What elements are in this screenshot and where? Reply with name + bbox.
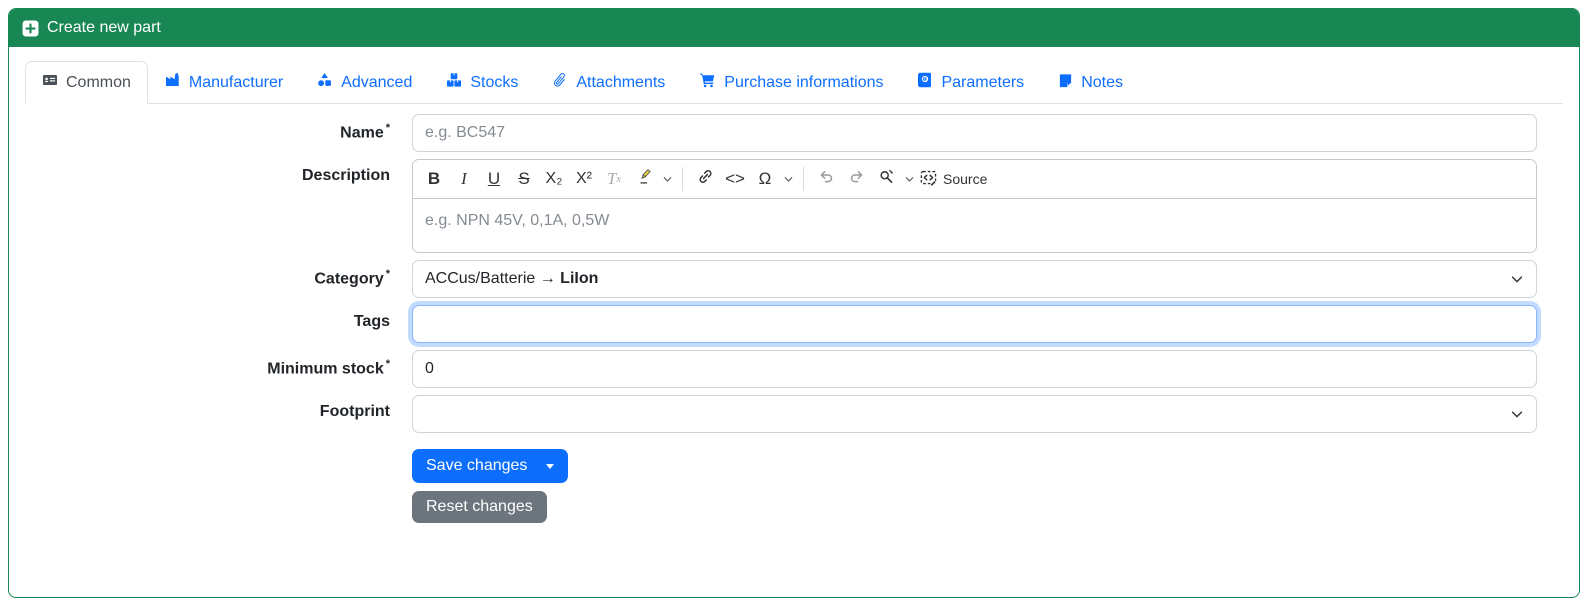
tab-label: Common <box>66 73 131 91</box>
underline-button[interactable]: U <box>479 164 509 194</box>
tab-attachments[interactable]: Attachments <box>535 61 682 104</box>
tab-label: Parameters <box>941 73 1025 91</box>
tab-manufacturer[interactable]: Manufacturer <box>148 61 300 104</box>
source-label: Source <box>943 171 988 187</box>
plus-square-icon <box>22 20 39 37</box>
code-button[interactable]: <> <box>720 164 750 194</box>
tab-purchase-informations[interactable]: Purchase informations <box>682 61 900 104</box>
name-label: Name * <box>340 122 390 142</box>
description-placeholder: e.g. NPN 45V, 0,1A, 0,5W <box>425 212 610 229</box>
tags-row: Tags <box>25 305 1563 343</box>
tags-label: Tags <box>353 313 390 330</box>
highlight-dropdown-chevron-icon[interactable] <box>659 164 675 194</box>
link-icon <box>697 168 714 190</box>
tab-bar: Common Manufacturer Advanced Stocks Atta… <box>25 61 1563 104</box>
category-label: Category * <box>314 268 390 288</box>
highlighter-pen-icon <box>636 168 653 190</box>
toolbar-separator <box>682 167 683 191</box>
find-replace-icon <box>878 168 895 190</box>
factory-icon <box>165 72 181 93</box>
reset-button[interactable]: Reset changes <box>412 491 547 523</box>
undo-button[interactable] <box>811 164 841 194</box>
card-header: Create new part <box>9 9 1579 47</box>
find-replace-button[interactable] <box>871 164 901 194</box>
id-card-icon <box>42 72 58 93</box>
italic-button[interactable]: I <box>449 164 479 194</box>
minimum-stock-input[interactable] <box>412 350 1537 388</box>
tab-parameters[interactable]: Parameters <box>900 61 1041 104</box>
tab-label: Purchase informations <box>724 73 884 91</box>
required-asterisk: * <box>385 358 390 370</box>
superscript-button[interactable]: X² <box>569 164 599 194</box>
required-asterisk: * <box>385 122 390 134</box>
tab-label: Attachments <box>576 73 666 91</box>
description-label: Description <box>301 167 390 184</box>
tab-label: Stocks <box>470 73 519 91</box>
source-button[interactable]: Source <box>917 164 990 194</box>
footprint-label: Footprint <box>319 403 390 420</box>
boxes-stacked-icon <box>446 72 462 93</box>
special-character-dropdown-chevron-icon[interactable] <box>780 164 796 194</box>
tab-advanced[interactable]: Advanced <box>300 61 429 104</box>
bold-button[interactable]: B <box>419 164 449 194</box>
page-title: Create new part <box>47 19 161 36</box>
special-character-button[interactable]: Ω <box>750 164 780 194</box>
sticky-note-icon <box>1058 73 1073 93</box>
source-editing-icon <box>920 169 938 190</box>
rich-text-editor: B I U S X₂ X² Tx <> Ω Source e.g. NPN 45… <box>412 159 1537 253</box>
minimum-stock-label: Minimum stock * <box>267 358 390 378</box>
category-row: Category * ACCus/Batterie → LiIon <box>25 260 1563 298</box>
redo-button[interactable] <box>841 164 871 194</box>
name-input[interactable] <box>412 114 1537 152</box>
paperclip-icon <box>552 72 568 93</box>
description-row: Description B I U S X₂ X² Tx <> Ω Source… <box>25 159 1563 253</box>
dropdown-caret-icon[interactable] <box>546 463 555 469</box>
footprint-row: Footprint <box>25 395 1563 433</box>
tags-input[interactable] <box>412 305 1537 343</box>
tab-label: Advanced <box>341 73 413 91</box>
strikethrough-button[interactable]: S <box>509 164 539 194</box>
subscript-button[interactable]: X₂ <box>539 164 569 194</box>
shapes-icon <box>317 72 333 93</box>
save-button[interactable]: Save changes <box>412 449 569 483</box>
description-editor-area[interactable]: e.g. NPN 45V, 0,1A, 0,5W <box>413 199 1536 252</box>
name-row: Name * <box>25 114 1563 152</box>
category-select[interactable]: ACCus/Batterie → LiIon <box>412 260 1537 298</box>
shopping-cart-icon <box>699 72 716 93</box>
link-button[interactable] <box>690 164 720 194</box>
redo-icon <box>848 168 865 190</box>
undo-icon <box>818 168 835 190</box>
tab-label: Manufacturer <box>188 73 284 91</box>
toolbar-separator <box>803 167 804 191</box>
highlight-button[interactable] <box>629 164 659 194</box>
tab-stocks[interactable]: Stocks <box>429 61 535 104</box>
chevron-down-icon <box>1510 407 1524 426</box>
chevron-down-icon <box>1510 272 1524 291</box>
create-part-card: Create new part Common Manufacturer Adva… <box>8 8 1580 598</box>
find-replace-dropdown-chevron-icon[interactable] <box>901 164 917 194</box>
minimum-stock-row: Minimum stock * <box>25 350 1563 388</box>
remove-format-button[interactable]: Tx <box>599 164 629 194</box>
tab-common[interactable]: Common <box>25 61 148 104</box>
tab-notes[interactable]: Notes <box>1041 61 1140 104</box>
actions-row: Save changes Reset changes <box>25 449 1563 523</box>
required-asterisk: * <box>385 268 390 280</box>
editor-toolbar: B I U S X₂ X² Tx <> Ω Source <box>413 160 1536 199</box>
tab-label: Notes <box>1081 73 1123 91</box>
book-icon <box>917 72 933 93</box>
footprint-select[interactable] <box>412 395 1537 433</box>
